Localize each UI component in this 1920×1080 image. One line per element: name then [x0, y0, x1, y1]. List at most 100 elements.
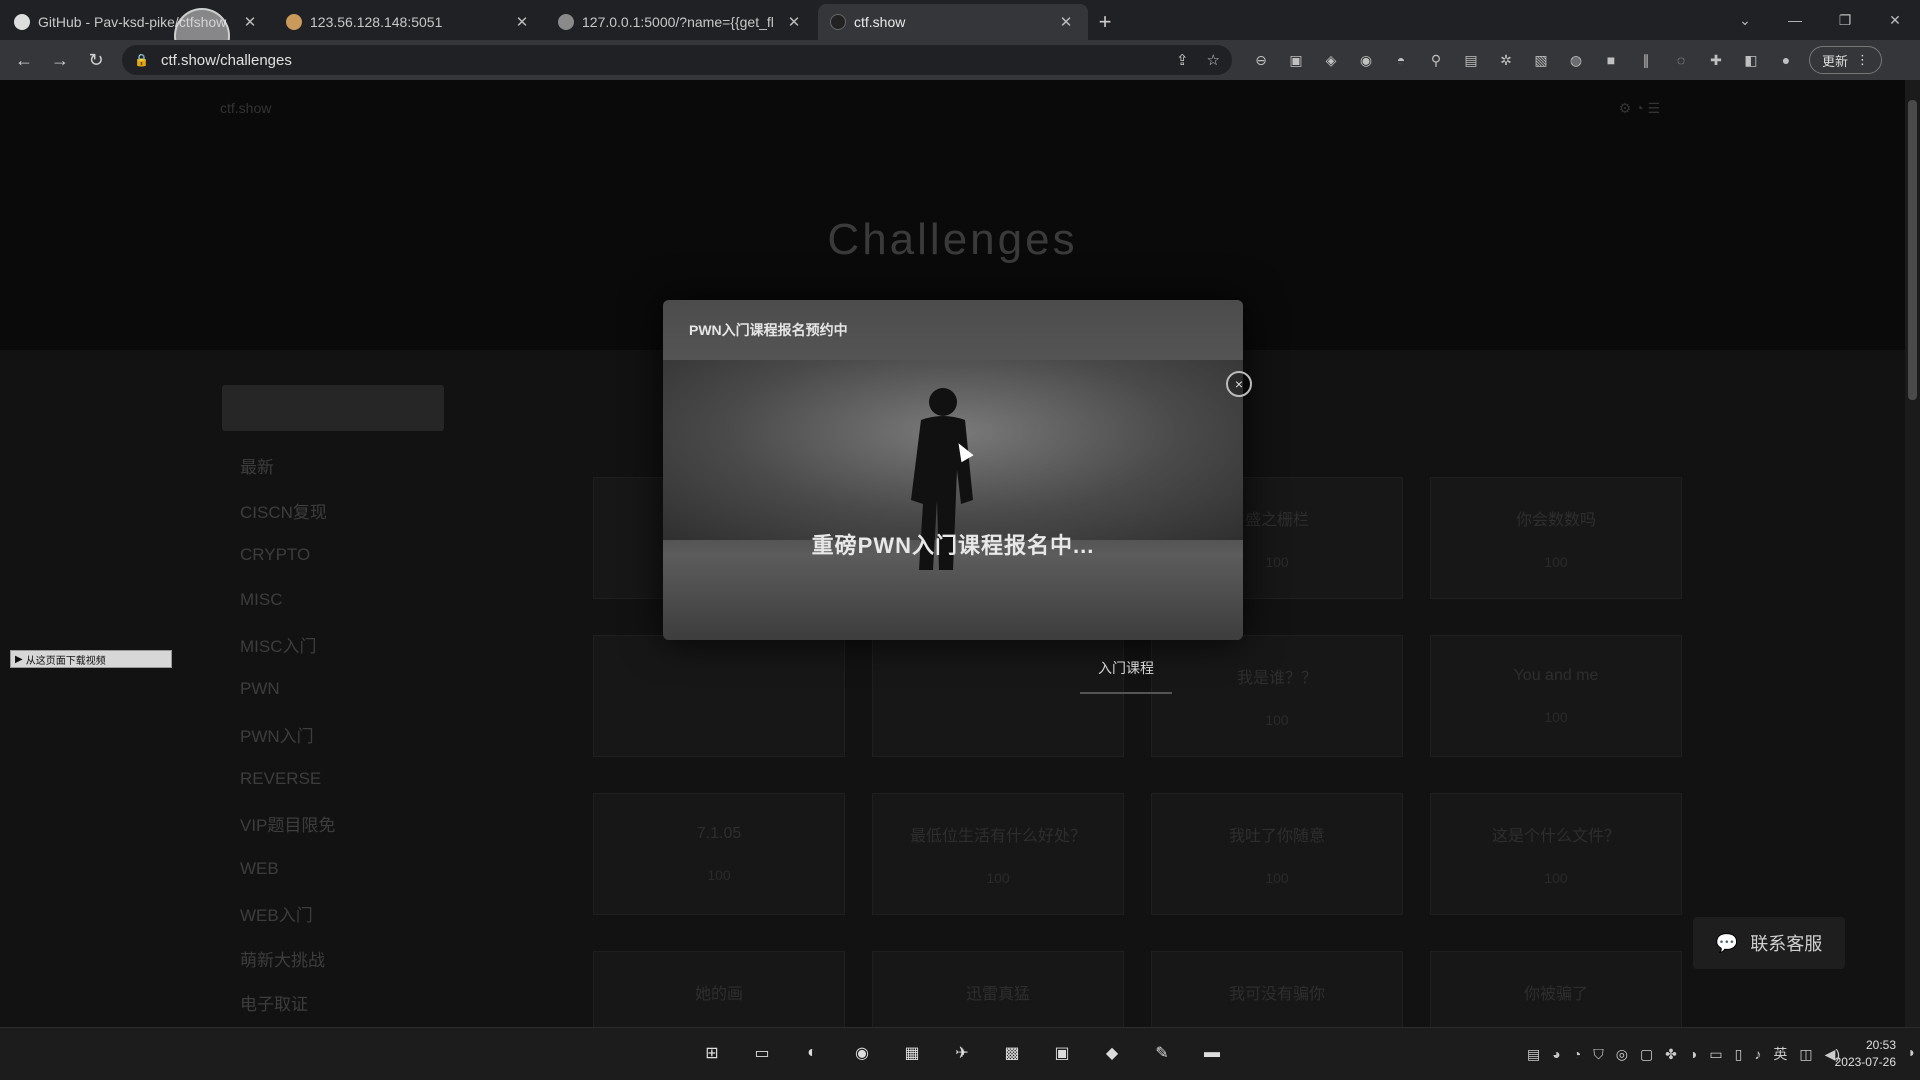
- category-item[interactable]: PWN入门: [222, 712, 444, 757]
- forward-icon[interactable]: →: [42, 42, 78, 78]
- puzzle-icon[interactable]: ✚: [1707, 51, 1725, 69]
- close-tab-icon[interactable]: ✕: [514, 13, 530, 31]
- more-menu-icon[interactable]: ⋮: [1856, 52, 1869, 68]
- category-item[interactable]: 萌新大挑战: [222, 936, 444, 981]
- tray-icon[interactable]: ✤: [1665, 1046, 1677, 1063]
- challenge-card[interactable]: 她的画100: [593, 951, 845, 1027]
- challenge-card[interactable]: 7.1.05 100: [593, 793, 845, 915]
- modal-close-button[interactable]: ×: [1226, 371, 1252, 397]
- contact-support-button[interactable]: 💬 联系客服: [1693, 917, 1845, 969]
- sublime-icon[interactable]: ◆: [1096, 1037, 1128, 1069]
- course-tab[interactable]: 入门课程: [1080, 658, 1172, 694]
- tray-icon[interactable]: ▢: [1640, 1046, 1653, 1063]
- category-search[interactable]: [222, 385, 444, 431]
- new-tab-button[interactable]: +: [1088, 4, 1122, 40]
- bookmark-star-icon[interactable]: ☆: [1207, 51, 1220, 69]
- notepad-icon[interactable]: ✎: [1146, 1037, 1178, 1069]
- challenge-card[interactable]: [872, 635, 1124, 757]
- file-explorer-icon[interactable]: ▭: [746, 1037, 778, 1069]
- extension-icon[interactable]: ◈: [1322, 51, 1340, 69]
- challenge-card[interactable]: 我可没有骗你100: [1151, 951, 1403, 1027]
- close-tab-icon[interactable]: ✕: [242, 13, 258, 31]
- category-item[interactable]: 最新: [222, 443, 444, 488]
- video-download-bar[interactable]: ▶ 从这页面下载视频: [10, 650, 172, 668]
- chrome-browser-icon[interactable]: ◉: [846, 1037, 878, 1069]
- address-bar[interactable]: 🔒 ctf.show/challenges ⇪ ☆: [122, 45, 1232, 75]
- category-item[interactable]: MISC入门: [222, 622, 444, 667]
- category-item[interactable]: VIP题目限免: [222, 801, 444, 846]
- challenge-card[interactable]: 我是谁？？ 100: [1151, 635, 1403, 757]
- url-text[interactable]: ctf.show/challenges: [161, 52, 1164, 69]
- network-icon[interactable]: ◫: [1799, 1046, 1812, 1063]
- shield-icon[interactable]: ⛉: [1593, 1046, 1604, 1063]
- system-clock[interactable]: 20:53 2023-07-26: [1835, 1037, 1896, 1071]
- translate-icon[interactable]: ▣: [1287, 51, 1305, 69]
- extension-icon[interactable]: ◉: [1357, 51, 1375, 69]
- page-scrollbar[interactable]: [1905, 80, 1920, 1027]
- extension-icon[interactable]: ⊖: [1252, 51, 1270, 69]
- tray-icon[interactable]: ◕: [1552, 1046, 1560, 1062]
- browser-tab-ctfshow[interactable]: ctf.show ✕: [818, 4, 1088, 40]
- category-item[interactable]: PWN: [222, 667, 444, 712]
- challenge-card[interactable]: 最低位生活有什么好处？ 100: [872, 793, 1124, 915]
- app-icon[interactable]: ▦: [896, 1037, 928, 1069]
- tab-search-icon[interactable]: ⌄: [1720, 0, 1770, 40]
- edge-browser-icon[interactable]: ◐: [796, 1037, 828, 1069]
- tray-icon[interactable]: ◑: [1689, 1046, 1697, 1062]
- share-icon[interactable]: ⇪: [1176, 51, 1189, 69]
- close-tab-icon[interactable]: ✕: [1058, 13, 1074, 31]
- back-icon[interactable]: ←: [6, 42, 42, 78]
- maximize-icon[interactable]: ❐: [1820, 0, 1870, 40]
- extension-icon[interactable]: ✲: [1497, 51, 1515, 69]
- profile-icon[interactable]: ●: [1777, 51, 1795, 69]
- tray-icon[interactable]: ▭: [1709, 1046, 1722, 1063]
- extension-icon[interactable]: ∥: [1637, 51, 1655, 69]
- extension-icon[interactable]: ◍: [1567, 51, 1585, 69]
- challenge-card[interactable]: 你被骗了100: [1430, 951, 1682, 1027]
- browser-tab-ip[interactable]: 123.56.128.148:5051 ✕: [274, 4, 544, 40]
- category-item[interactable]: CISCN复现: [222, 488, 444, 533]
- pin-icon[interactable]: ⚲: [1427, 51, 1445, 69]
- battery-icon[interactable]: ▯: [1735, 1046, 1743, 1063]
- challenge-card[interactable]: [593, 635, 845, 757]
- minimize-icon[interactable]: —: [1770, 0, 1820, 40]
- extension-icon[interactable]: ▤: [1462, 51, 1480, 69]
- extension-icon[interactable]: ■: [1602, 51, 1620, 69]
- browser-tab-localhost[interactable]: 127.0.0.1:5000/?name={{get_fl ✕: [546, 4, 816, 40]
- category-item[interactable]: MISC: [222, 577, 444, 622]
- close-tab-icon[interactable]: ✕: [786, 13, 802, 31]
- category-item[interactable]: REVERSE: [222, 757, 444, 802]
- ime-indicator[interactable]: 英: [1773, 1044, 1787, 1064]
- category-item[interactable]: WEB: [222, 846, 444, 891]
- tray-icon[interactable]: ▤: [1527, 1046, 1540, 1063]
- browser-tab-github[interactable]: GitHub - Pav-ksd-pike/ctfshow ✕: [2, 4, 272, 40]
- nav-user-menu[interactable]: ⚙ ◔ ☰: [1619, 100, 1660, 130]
- site-logo[interactable]: ctf.show: [220, 100, 271, 130]
- extension-icon[interactable]: ▧: [1532, 51, 1550, 69]
- challenge-card[interactable]: 迅雷真猛100: [872, 951, 1124, 1027]
- promo-modal[interactable]: PWN入门课程报名预约中 重磅PWN入门课程报名中...: [663, 300, 1243, 640]
- close-window-icon[interactable]: ✕: [1870, 0, 1920, 40]
- scrollbar-thumb[interactable]: [1908, 100, 1917, 400]
- notification-icon[interactable]: ◗: [1908, 1044, 1916, 1060]
- sidepanel-icon[interactable]: ◧: [1742, 51, 1760, 69]
- category-item[interactable]: 电子取证: [222, 981, 444, 1026]
- challenge-card[interactable]: You and me 100: [1430, 635, 1682, 757]
- challenge-card[interactable]: 这是个什么文件？ 100: [1430, 793, 1682, 915]
- pycharm-icon[interactable]: ▣: [1046, 1037, 1078, 1069]
- update-button[interactable]: 更新 ⋮: [1809, 46, 1883, 74]
- extension-icon[interactable]: ◓: [1392, 51, 1410, 69]
- lock-icon[interactable]: 🔒: [134, 53, 149, 67]
- microphone-icon[interactable]: ♪: [1754, 1046, 1761, 1062]
- app-icon[interactable]: ✈: [946, 1037, 978, 1069]
- app-icon[interactable]: ▩: [996, 1037, 1028, 1069]
- tray-icon[interactable]: ◔: [1573, 1046, 1581, 1062]
- tray-icon[interactable]: ◎: [1616, 1046, 1628, 1063]
- extension-icon[interactable]: ◌: [1672, 51, 1690, 69]
- start-menu-icon[interactable]: ⊞: [696, 1037, 728, 1069]
- terminal-icon[interactable]: ▬: [1196, 1037, 1228, 1069]
- reload-icon[interactable]: ↻: [78, 42, 114, 78]
- category-item[interactable]: WEB入门: [222, 891, 444, 936]
- challenge-card[interactable]: 我吐了你随意 100: [1151, 793, 1403, 915]
- category-item[interactable]: CRYPTO: [222, 533, 444, 578]
